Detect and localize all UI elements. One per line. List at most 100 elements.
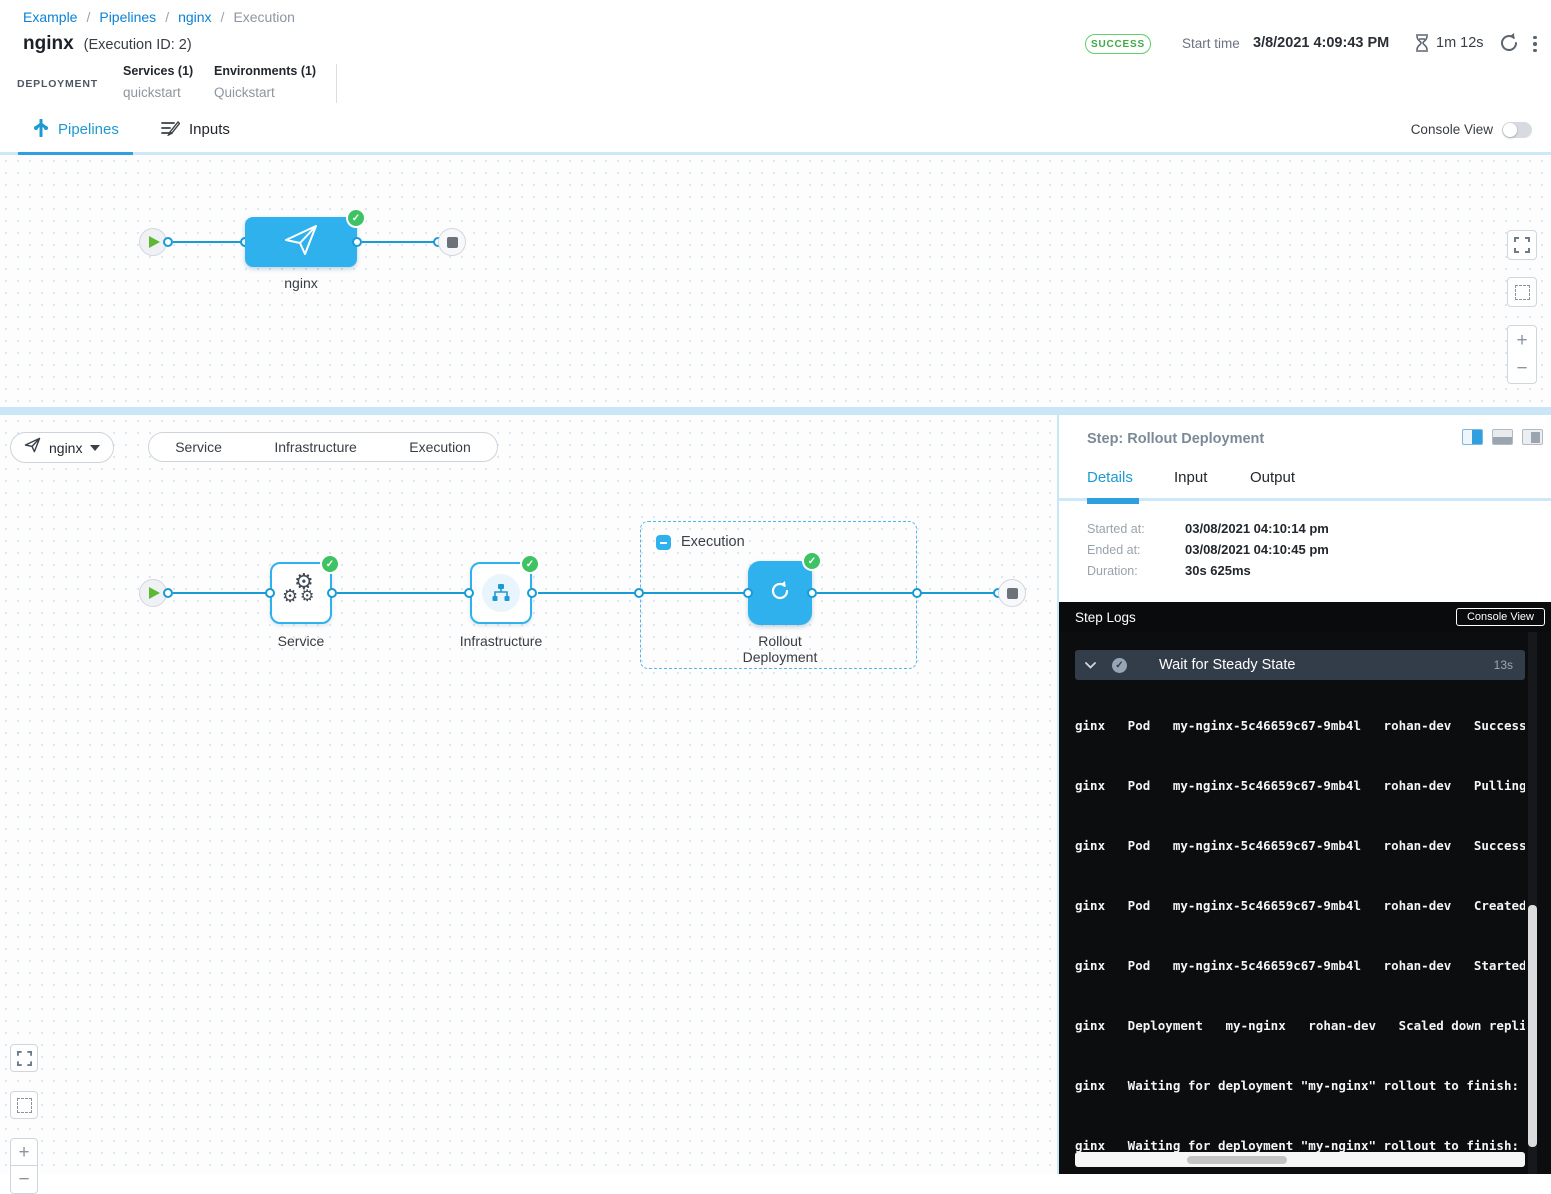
layout-right-pane-icon[interactable] — [1522, 429, 1543, 445]
services-summary: Services (1) quickstart — [123, 64, 193, 100]
fullscreen-button[interactable] — [1507, 230, 1537, 260]
stop-icon — [447, 237, 458, 248]
started-at-label: Started at: — [1087, 522, 1145, 536]
vertical-scrollbar-thumb[interactable] — [1528, 905, 1537, 1147]
breadcrumb-current: Execution — [233, 9, 294, 25]
log-line: ginx Pod my-nginx-5c46659c67-9mb4l rohan… — [1075, 776, 1525, 796]
duration-label: Duration: — [1087, 564, 1138, 578]
collapse-checkbox[interactable] — [656, 535, 671, 550]
connector — [337, 592, 469, 594]
infrastructure-node-label: Infrastructure — [450, 633, 552, 649]
chevron-down-icon — [90, 445, 100, 451]
console-view-label: Console View — [1411, 122, 1493, 137]
tab-inputs[interactable]: Inputs — [160, 107, 230, 152]
environments-summary: Environments (1) Quickstart — [214, 64, 316, 100]
zoom-out-button[interactable]: − — [10, 1166, 38, 1194]
deployment-type-label: DEPLOYMENT — [17, 78, 98, 90]
refresh-icon[interactable] — [1498, 32, 1522, 56]
log-section-header[interactable]: ✓ Wait for Steady State 13s — [1075, 650, 1525, 680]
stage-node-nginx[interactable]: ✓ — [245, 217, 357, 267]
service-node[interactable]: ⚙ ⚙ ⚙ ✓ — [270, 562, 332, 624]
service-node-label: Service — [255, 633, 347, 649]
log-line: ginx Pod my-nginx-5c46659c67-9mb4l rohan… — [1075, 896, 1525, 916]
rollout-node-label: Rollout Deployment — [730, 633, 830, 665]
hourglass-icon — [1414, 34, 1430, 57]
tab-details[interactable]: Details — [1087, 469, 1133, 486]
step-logs-title: Step Logs — [1075, 610, 1136, 625]
panel-layout-switcher — [1462, 429, 1543, 445]
console-view-button[interactable]: Console View — [1456, 608, 1545, 626]
services-value: quickstart — [123, 85, 193, 100]
connector-port — [352, 237, 362, 247]
stage-selector-chip[interactable]: nginx — [10, 432, 114, 463]
connector — [173, 241, 243, 243]
connector-port — [163, 237, 173, 247]
breadcrumb: Example / Pipelines / nginx / Execution — [23, 9, 295, 25]
connector-port — [634, 588, 644, 598]
view-tabbar: Pipelines Inputs Console View — [0, 107, 1551, 155]
divider — [336, 64, 337, 103]
fullscreen-button[interactable] — [10, 1044, 38, 1072]
layout-split-right-icon[interactable] — [1462, 429, 1483, 445]
ended-at-value: 03/08/2021 04:10:45 pm — [1185, 542, 1329, 557]
segment-service[interactable]: Service — [169, 439, 228, 455]
segment-infrastructure[interactable]: Infrastructure — [268, 439, 362, 455]
console-view-toggle[interactable] — [1502, 122, 1532, 138]
play-icon — [149, 236, 160, 248]
connector-port — [265, 588, 275, 598]
execution-id: (Execution ID: 2) — [84, 37, 192, 53]
layout-split-bottom-icon[interactable] — [1492, 429, 1513, 445]
stage-end-node[interactable] — [998, 579, 1026, 607]
tab-inputs-label: Inputs — [189, 121, 230, 138]
log-console[interactable]: ✓ Wait for Steady State 13s ginx Pod my-… — [1059, 632, 1551, 1174]
tab-pipelines-label: Pipelines — [58, 121, 119, 138]
zoom-out-button[interactable]: − — [1507, 354, 1537, 384]
stage-canvas[interactable]: nginx Service Infrastructure Execution E… — [0, 415, 1057, 1174]
page-header: Example / Pipelines / nginx / Execution … — [0, 0, 1551, 107]
infrastructure-node[interactable]: ✓ — [470, 562, 532, 624]
log-line: ginx Waiting for deployment "my-nginx" r… — [1075, 1136, 1525, 1156]
zoom-in-button[interactable]: + — [1507, 325, 1537, 355]
marquee-icon — [1515, 285, 1530, 300]
connector — [173, 592, 270, 594]
services-label: Services (1) — [123, 64, 193, 78]
breadcrumb-example[interactable]: Example — [23, 9, 77, 25]
connector-port — [807, 588, 817, 598]
paper-plane-icon — [283, 223, 319, 262]
pipeline-canvas[interactable]: ✓ nginx + − — [0, 155, 1551, 407]
connector-port — [327, 588, 337, 598]
zoom-in-button[interactable]: + — [10, 1138, 38, 1166]
started-at-value: 03/08/2021 04:10:14 pm — [1185, 521, 1329, 536]
page-title: nginx — [23, 33, 74, 55]
stop-icon — [1007, 588, 1018, 599]
tab-pipelines[interactable]: Pipelines — [33, 107, 119, 152]
segment-execution[interactable]: Execution — [403, 439, 476, 455]
rollout-deployment-node[interactable]: ✓ — [748, 561, 812, 625]
connector-port — [527, 588, 537, 598]
more-options-icon[interactable] — [1528, 34, 1542, 54]
tab-input[interactable]: Input — [1174, 469, 1207, 486]
log-line: ginx Pod my-nginx-5c46659c67-9mb4l rohan… — [1075, 716, 1525, 736]
pipeline-end-node[interactable] — [438, 228, 466, 256]
minus-icon — [660, 542, 667, 544]
log-line: ginx Pod my-nginx-5c46659c67-9mb4l rohan… — [1075, 956, 1525, 976]
log-section-title: Wait for Steady State — [1159, 657, 1295, 673]
success-check-icon: ✓ — [522, 556, 538, 572]
start-time-label: Start time — [1182, 36, 1240, 51]
connector-port — [912, 588, 922, 598]
connector-port — [464, 588, 474, 598]
duration-value: 30s 625ms — [1185, 563, 1251, 578]
breadcrumb-nginx[interactable]: nginx — [178, 9, 211, 25]
breadcrumb-pipelines[interactable]: Pipelines — [99, 9, 156, 25]
chevron-down-icon[interactable] — [1085, 656, 1096, 674]
step-details-panel: Step: Rollout Deployment Details Input O… — [1057, 415, 1551, 1174]
select-region-button[interactable] — [1507, 277, 1537, 307]
start-time-value: 3/8/2021 4:09:43 PM — [1253, 35, 1389, 51]
log-lines: ginx Pod my-nginx-5c46659c67-9mb4l rohan… — [1075, 676, 1525, 1174]
breadcrumb-separator: / — [165, 9, 169, 25]
select-region-button[interactable] — [10, 1091, 38, 1119]
tab-output[interactable]: Output — [1250, 469, 1295, 486]
environments-value: Quickstart — [214, 85, 316, 100]
gears-icon: ⚙ ⚙ ⚙ — [282, 575, 320, 611]
canvas-divider — [0, 407, 1551, 415]
